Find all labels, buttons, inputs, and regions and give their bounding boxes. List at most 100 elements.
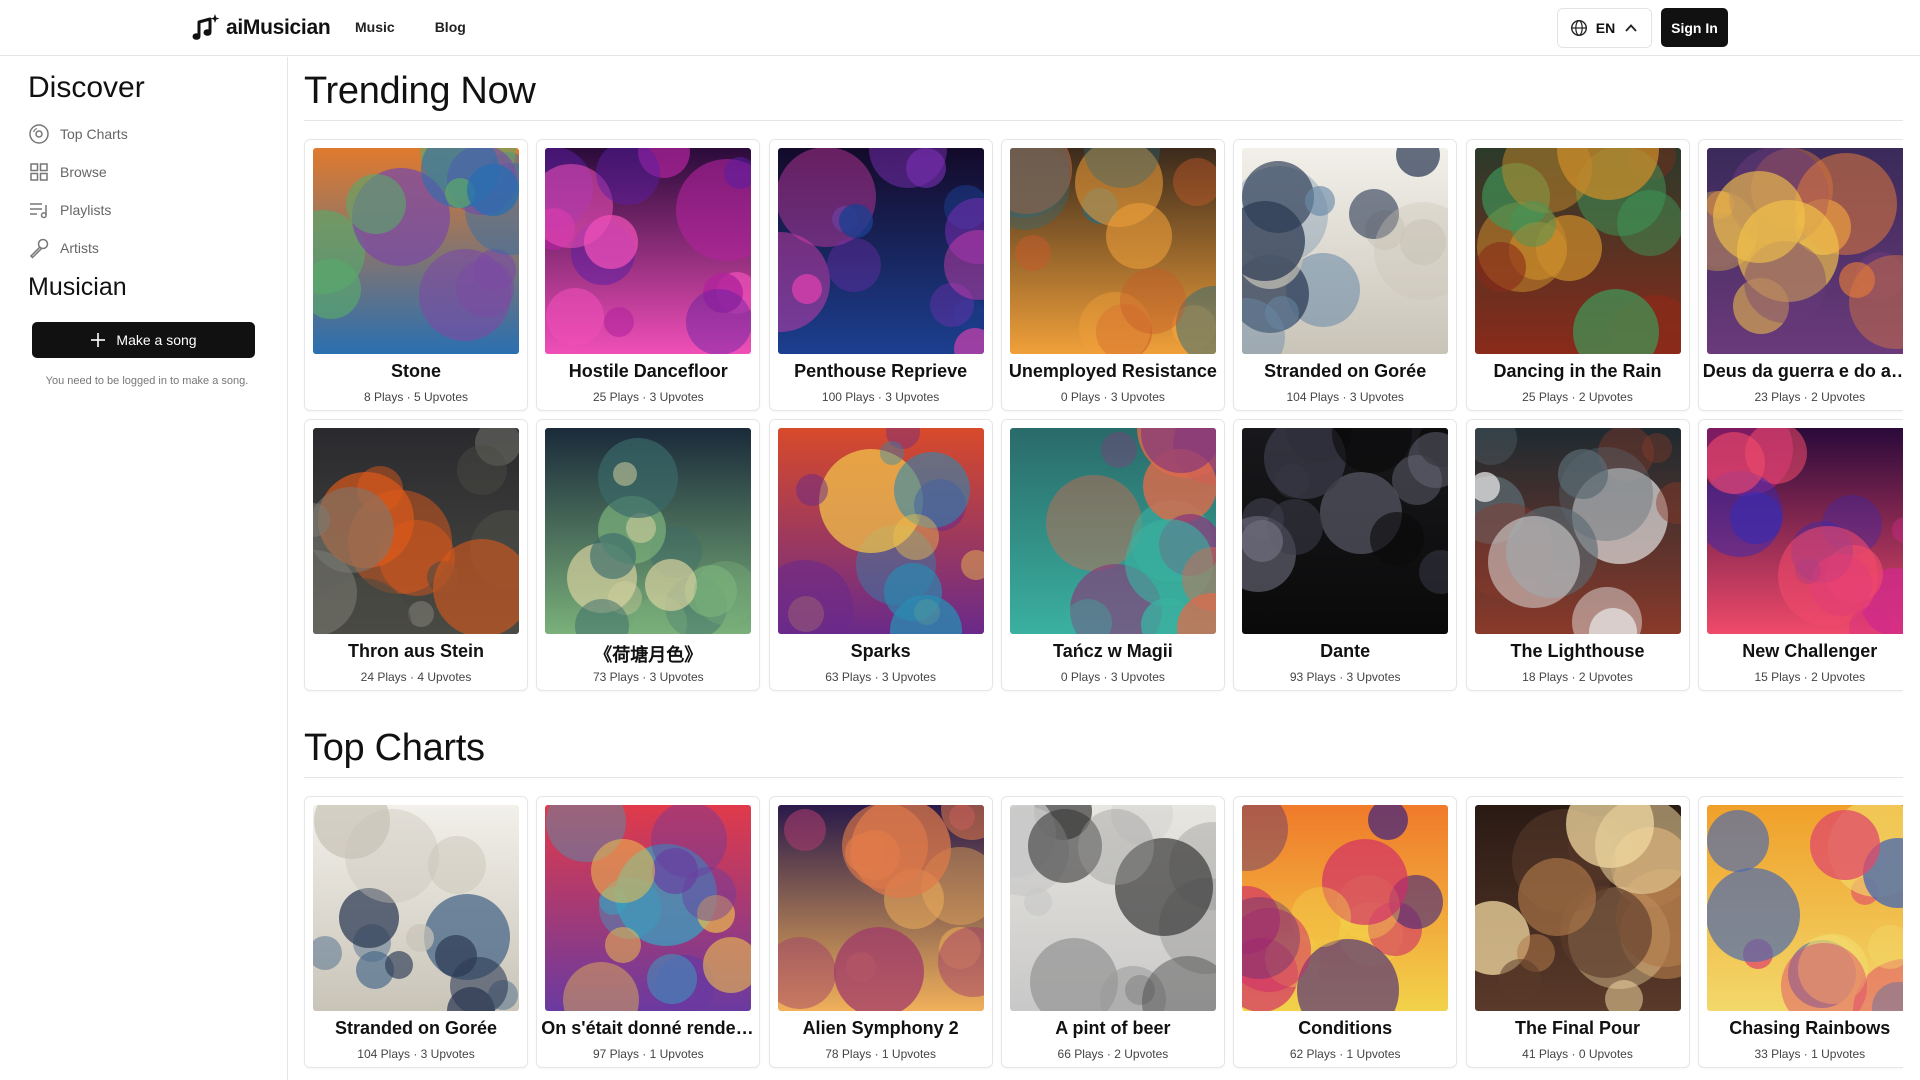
song-card[interactable]: A pint of beer 66 Plays · 2 Upvotes xyxy=(1000,796,1225,1068)
song-title[interactable]: New Challenger xyxy=(1703,641,1903,662)
sidebar-item-top-charts[interactable]: Top Charts xyxy=(28,120,128,148)
brand-name: aiMusician xyxy=(226,16,331,39)
song-card[interactable]: New Challenger 15 Plays · 2 Upvotes xyxy=(1697,419,1903,691)
sidebar-item-label: Browse xyxy=(60,164,107,180)
musician-heading: Musician xyxy=(28,273,127,301)
sidebar-item-label: Artists xyxy=(60,240,99,256)
song-card[interactable]: The Lighthouse 18 Plays · 2 Upvotes xyxy=(1465,419,1690,691)
song-card[interactable]: Unemployed Resistance 0 Plays · 3 Upvotes xyxy=(1000,139,1225,411)
song-card[interactable]: Stone 8 Plays · 5 Upvotes xyxy=(304,139,528,411)
song-cover-image[interactable] xyxy=(1474,805,1681,1011)
song-title[interactable]: The Final Pour xyxy=(1471,1018,1685,1039)
song-card[interactable]: 《荷塘月色》 73 Plays · 3 Upvotes xyxy=(536,419,761,691)
sidebar-item-artists[interactable]: Artists xyxy=(28,234,99,262)
song-title[interactable]: Stone xyxy=(309,361,523,382)
song-stats: 66 Plays · 2 Upvotes xyxy=(1057,1047,1169,1061)
main-nav: Music Blog xyxy=(355,19,466,35)
sidebar-item-browse[interactable]: Browse xyxy=(28,158,107,186)
song-card[interactable]: On s'était donné rendez... 97 Plays · 1 U… xyxy=(536,796,761,1068)
song-title[interactable]: Chasing Rainbows xyxy=(1703,1018,1903,1039)
song-title[interactable]: Thron aus Stein xyxy=(309,641,523,662)
song-card[interactable]: Tańcz w Magii 0 Plays · 3 Upvotes xyxy=(1000,419,1225,691)
song-card[interactable]: Penthouse Reprieve 100 Plays · 3 Upvotes xyxy=(768,139,993,411)
song-cover-image[interactable] xyxy=(1242,148,1449,354)
song-title[interactable]: Tańcz w Magii xyxy=(1006,641,1220,662)
song-cover-image[interactable] xyxy=(313,805,519,1011)
song-cover-image[interactable] xyxy=(1706,428,1903,634)
song-title[interactable]: Unemployed Resistance xyxy=(1006,361,1220,382)
song-cover-image[interactable] xyxy=(777,805,984,1011)
song-cover-image[interactable] xyxy=(1706,148,1903,354)
song-card[interactable]: Sparks 63 Plays · 3 Upvotes xyxy=(768,419,993,691)
song-title[interactable]: Alien Symphony 2 xyxy=(774,1018,988,1039)
nav-blog[interactable]: Blog xyxy=(435,19,466,35)
song-title[interactable]: The Lighthouse xyxy=(1471,641,1685,662)
song-cover-image[interactable] xyxy=(545,428,752,634)
song-card[interactable]: Stranded on Gorée 104 Plays · 3 Upvotes xyxy=(304,796,528,1068)
song-card[interactable]: Conditions 62 Plays · 1 Upvotes xyxy=(1233,796,1458,1068)
song-stats: 18 Plays · 2 Upvotes xyxy=(1522,670,1633,684)
sidebar-item-label: Top Charts xyxy=(60,126,128,142)
song-stats: 23 Plays · 2 Upvotes xyxy=(1754,390,1866,404)
song-cover-image[interactable] xyxy=(1474,148,1681,354)
song-cover-image[interactable] xyxy=(1009,428,1216,634)
song-stats: 97 Plays · 1 Upvotes xyxy=(592,1047,704,1061)
song-stats: 25 Plays · 2 Upvotes xyxy=(1522,390,1633,404)
song-stats: 15 Plays · 2 Upvotes xyxy=(1754,670,1866,684)
song-cover-image[interactable] xyxy=(1009,805,1216,1011)
song-stats: 0 Plays · 3 Upvotes xyxy=(1060,390,1165,404)
brand-logo[interactable]: aiMusician xyxy=(190,12,331,44)
song-title[interactable]: Penthouse Reprieve xyxy=(774,361,988,382)
song-title[interactable]: Stranded on Gorée xyxy=(1238,361,1452,382)
song-cover-image[interactable] xyxy=(313,428,519,634)
song-cover-image[interactable] xyxy=(545,148,752,354)
sidebar-item-playlists[interactable]: Playlists xyxy=(28,196,111,224)
language-selector[interactable]: EN xyxy=(1557,8,1652,48)
main-content: Trending Now Stone 8 Plays · 5 Upvotes Ho… xyxy=(289,57,1903,1080)
song-card[interactable]: Stranded on Gorée 104 Plays · 3 Upvotes xyxy=(1233,139,1458,411)
song-cover-image[interactable] xyxy=(545,805,752,1011)
song-title[interactable]: Dancing in the Rain xyxy=(1471,361,1685,382)
song-cover-image[interactable] xyxy=(1009,148,1216,354)
song-card[interactable]: Dante 93 Plays · 3 Upvotes xyxy=(1233,419,1458,691)
song-title[interactable]: Deus da guerra e do am... xyxy=(1703,361,1903,382)
discover-heading: Discover xyxy=(28,71,145,104)
song-title[interactable]: Stranded on Gorée xyxy=(309,1018,523,1039)
song-cover-image[interactable] xyxy=(313,148,519,354)
song-cover-image[interactable] xyxy=(1474,428,1681,634)
song-cover-image[interactable] xyxy=(1242,805,1449,1011)
song-title[interactable]: Hostile Dancefloor xyxy=(541,361,755,382)
song-title[interactable]: On s'était donné rendez... xyxy=(541,1018,755,1039)
song-card[interactable]: Dancing in the Rain 25 Plays · 2 Upvotes xyxy=(1465,139,1690,411)
song-card[interactable]: Alien Symphony 2 78 Plays · 1 Upvotes xyxy=(768,796,993,1068)
nav-music[interactable]: Music xyxy=(355,19,395,35)
sign-in-button[interactable]: Sign In xyxy=(1661,8,1728,47)
song-title[interactable]: Dante xyxy=(1238,641,1452,662)
song-cover-image[interactable] xyxy=(1706,805,1903,1011)
song-stats: 33 Plays · 1 Upvotes xyxy=(1754,1047,1866,1061)
song-card[interactable]: Deus da guerra e do am... 23 Plays · 2 Up… xyxy=(1697,139,1903,411)
song-stats: 0 Plays · 3 Upvotes xyxy=(1060,670,1165,684)
song-stats: 100 Plays · 3 Upvotes xyxy=(821,390,940,404)
song-card[interactable]: Hostile Dancefloor 25 Plays · 3 Upvotes xyxy=(536,139,761,411)
song-title[interactable]: Conditions xyxy=(1238,1018,1452,1039)
language-code: EN xyxy=(1595,20,1616,36)
song-title[interactable]: A pint of beer xyxy=(1006,1018,1220,1039)
song-stats: 41 Plays · 0 Upvotes xyxy=(1522,1047,1633,1061)
make-song-button[interactable]: Make a song xyxy=(32,322,255,358)
top-charts-heading: Top Charts xyxy=(304,727,485,769)
song-cover-image[interactable] xyxy=(777,148,984,354)
song-cover-image[interactable] xyxy=(777,428,984,634)
login-required-note: You need to be logged in to make a song. xyxy=(45,375,249,387)
song-card[interactable]: Chasing Rainbows 33 Plays · 1 Upvotes xyxy=(1697,796,1903,1068)
song-card[interactable]: The Final Pour 41 Plays · 0 Upvotes xyxy=(1465,796,1690,1068)
song-cover-image[interactable] xyxy=(1242,428,1449,634)
music-note-logo-icon xyxy=(192,14,220,40)
section-divider xyxy=(304,777,1903,778)
song-stats: 104 Plays · 3 Upvotes xyxy=(1286,390,1404,404)
song-title[interactable]: 《荷塘月色》 xyxy=(541,641,755,667)
song-stats: 63 Plays · 3 Upvotes xyxy=(825,670,936,684)
top-navigation-bar: aiMusician Music Blog EN Sign In xyxy=(0,0,1920,56)
song-title[interactable]: Sparks xyxy=(774,641,988,662)
song-card[interactable]: Thron aus Stein 24 Plays · 4 Upvotes xyxy=(304,419,528,691)
